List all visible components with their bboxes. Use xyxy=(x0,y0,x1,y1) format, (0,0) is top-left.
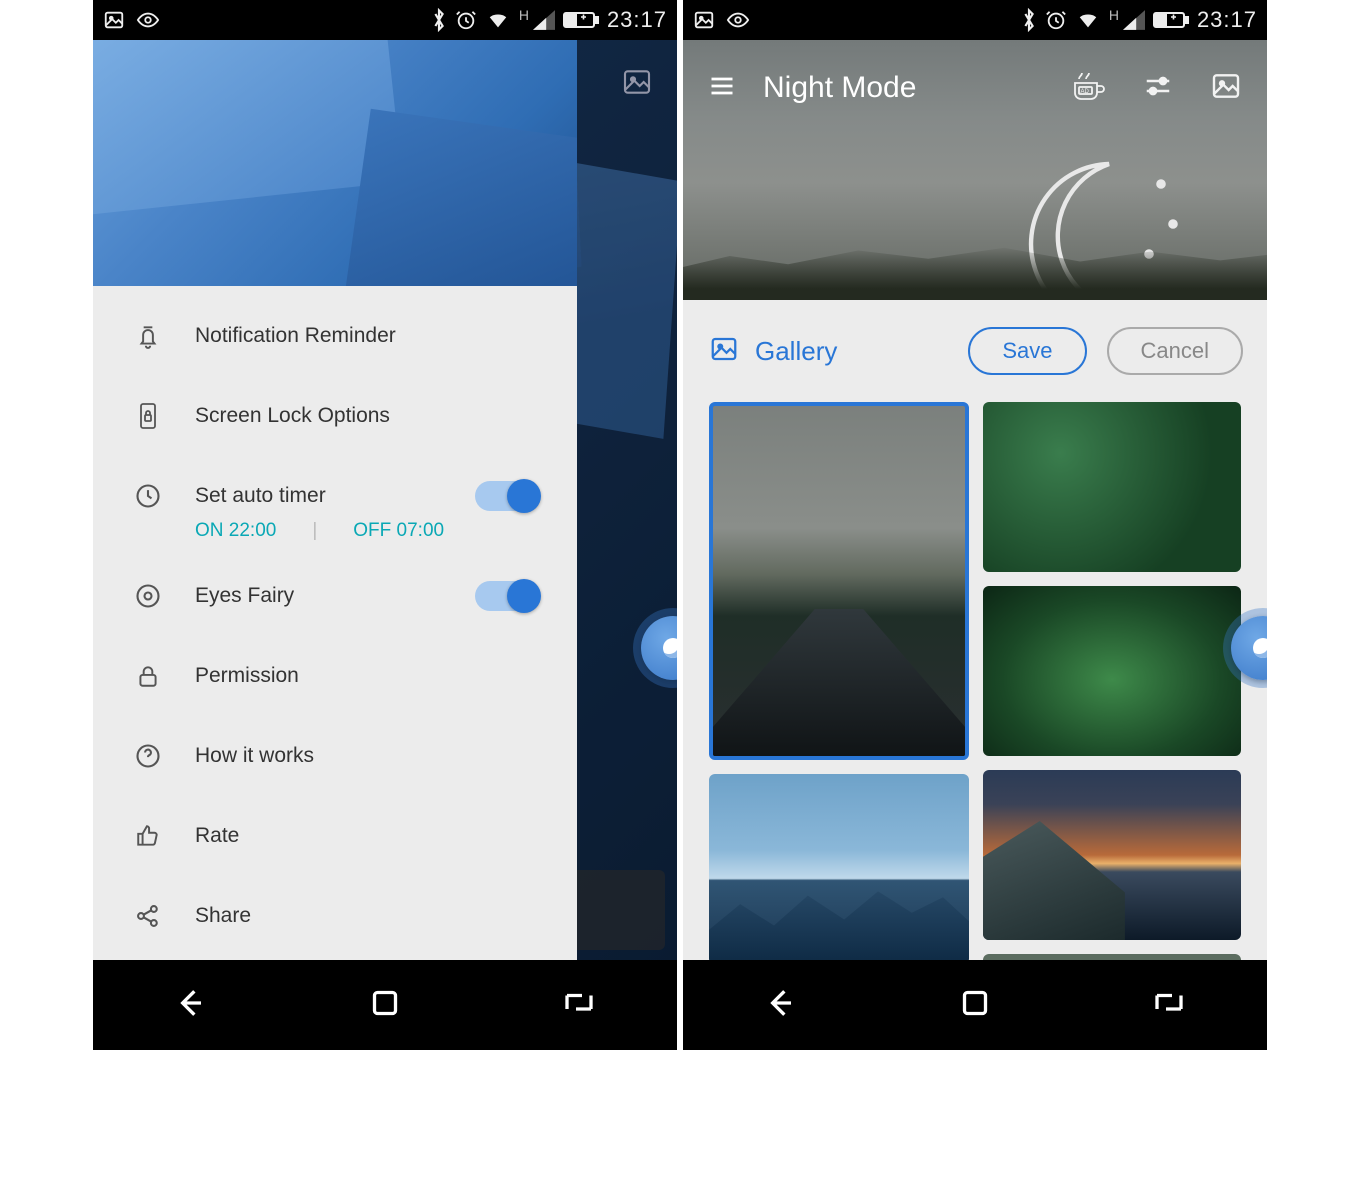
signal-icon xyxy=(533,10,555,30)
status-bar: H 23:17 xyxy=(93,0,677,40)
status-time: 23:17 xyxy=(1197,7,1257,33)
auto-timer-schedule[interactable]: ON 22:00 | OFF 07:00 xyxy=(93,520,577,542)
eyes-fairy-toggle[interactable] xyxy=(475,581,539,611)
drawer-item-eyes-fairy[interactable]: Eyes Fairy xyxy=(93,556,577,636)
lock-file-icon xyxy=(131,399,165,433)
battery-icon xyxy=(1153,11,1189,29)
save-button[interactable]: Save xyxy=(968,327,1086,375)
wifi-icon xyxy=(485,9,511,31)
bluetooth-icon xyxy=(431,8,447,32)
phone-left: H 23:17 N xyxy=(93,0,677,1050)
bell-icon xyxy=(131,319,165,353)
timer-on-time: 22:00 xyxy=(229,520,277,541)
drawer-item-permission[interactable]: Permission xyxy=(93,636,577,716)
timer-off-prefix: OFF xyxy=(353,520,396,541)
share-icon xyxy=(131,899,165,933)
thumbs-up-icon xyxy=(131,819,165,853)
target-icon xyxy=(131,579,165,613)
timer-off-time: 07:00 xyxy=(397,520,445,541)
drawer-item-label: Screen Lock Options xyxy=(195,404,390,428)
divider: | xyxy=(312,520,317,542)
drawer-item-share[interactable]: Share xyxy=(93,876,577,956)
page-title: Night Mode xyxy=(763,71,916,105)
svg-text:AD: AD xyxy=(1081,89,1090,95)
ad-cup-icon[interactable]: AD xyxy=(1069,69,1109,108)
drawer-item-label: Set auto timer xyxy=(195,484,326,508)
network-type-indicator: H xyxy=(1109,7,1119,23)
drawer-list: Notification Reminder Screen Lock Option… xyxy=(93,286,577,960)
image-indicator-icon xyxy=(693,9,715,31)
gallery-icon[interactable] xyxy=(1207,70,1245,107)
nav-home-button[interactable] xyxy=(957,985,993,1026)
network-type-indicator: H xyxy=(519,7,529,23)
eye-indicator-icon xyxy=(135,9,161,31)
auto-timer-toggle[interactable] xyxy=(475,481,539,511)
nav-back-button[interactable] xyxy=(171,983,211,1028)
drawer-item-label: How it works xyxy=(195,744,314,768)
drawer-item-notification-reminder[interactable]: Notification Reminder xyxy=(93,296,577,376)
nav-home-button[interactable] xyxy=(367,985,403,1026)
eye-indicator-icon xyxy=(725,9,751,31)
alarm-icon xyxy=(455,9,477,31)
drawer-item-label: Eyes Fairy xyxy=(195,584,294,608)
gallery-toolbar: Gallery Save Cancel xyxy=(707,318,1243,384)
background-card xyxy=(565,870,665,950)
drawer-item-label: Rate xyxy=(195,824,239,848)
status-time: 23:17 xyxy=(607,7,667,33)
alarm-icon xyxy=(1045,9,1067,31)
app-header: Night Mode AD xyxy=(683,48,1267,128)
sliders-icon[interactable] xyxy=(1139,71,1177,106)
drawer-item-label: Share xyxy=(195,904,251,928)
drawer-item-rate[interactable]: Rate xyxy=(93,796,577,876)
wallpaper-thumb-selected[interactable] xyxy=(709,402,969,760)
moon-icon xyxy=(989,144,1189,300)
drawer-header xyxy=(93,40,577,286)
system-nav-bar xyxy=(683,960,1267,1050)
nav-recent-button[interactable] xyxy=(559,985,599,1026)
navigation-drawer: Notification Reminder Screen Lock Option… xyxy=(93,40,577,960)
wallpaper-thumb[interactable] xyxy=(983,770,1241,940)
gallery-label[interactable]: Gallery xyxy=(755,336,837,367)
phone-right: H 23:17 Night Mode AD xyxy=(683,0,1267,1050)
wifi-icon xyxy=(1075,9,1101,31)
battery-icon xyxy=(563,11,599,29)
drawer-item-label: Permission xyxy=(195,664,299,688)
drawer-item-how-it-works[interactable]: How it works xyxy=(93,716,577,796)
gallery-icon[interactable] xyxy=(619,66,655,103)
nav-recent-button[interactable] xyxy=(1149,985,1189,1026)
image-indicator-icon xyxy=(103,9,125,31)
drawer-item-screen-lock[interactable]: Screen Lock Options xyxy=(93,376,577,456)
drawer-item-label: Notification Reminder xyxy=(195,324,396,348)
wallpaper-chooser-panel: Gallery Save Cancel xyxy=(683,300,1267,960)
status-bar: H 23:17 xyxy=(683,0,1267,40)
nav-back-button[interactable] xyxy=(761,983,801,1028)
gallery-outline-icon[interactable] xyxy=(707,334,741,369)
menu-icon[interactable] xyxy=(705,72,739,105)
wallpaper-thumb[interactable] xyxy=(983,586,1241,756)
wallpaper-thumb[interactable] xyxy=(709,774,969,960)
signal-icon xyxy=(1123,10,1145,30)
system-nav-bar xyxy=(93,960,677,1050)
bluetooth-icon xyxy=(1021,8,1037,32)
lock-icon xyxy=(131,659,165,693)
cancel-button[interactable]: Cancel xyxy=(1107,327,1243,375)
help-icon xyxy=(131,739,165,773)
wallpaper-grid xyxy=(707,402,1243,960)
wallpaper-thumb[interactable] xyxy=(983,402,1241,572)
timer-on-prefix: ON xyxy=(195,520,229,541)
clock-icon xyxy=(131,479,165,513)
